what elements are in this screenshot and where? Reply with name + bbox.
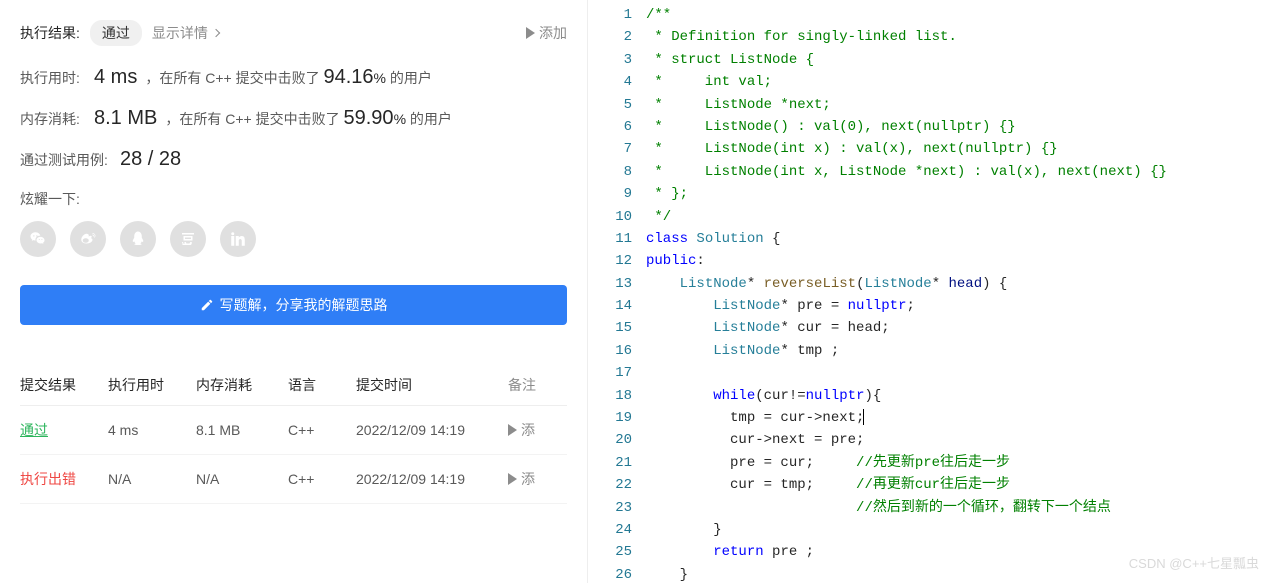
cell-time: 4 ms [108,422,196,438]
show-details-link[interactable]: 显示详情 [152,23,219,43]
memory-value: 8.1 MB [94,107,157,130]
memory-percent: 59.90% [344,107,407,130]
code-line[interactable]: ListNode* reverseList(ListNode* head) { [646,273,1269,295]
runtime-value: 4 ms [94,66,137,89]
code-line[interactable]: pre = cur; //先更新pre往后走一步 [646,452,1269,474]
code-line[interactable]: * int val; [646,71,1269,93]
cell-date: 2022/12/09 14:19 [356,422,508,438]
play-icon [508,424,517,436]
testcases-label: 通过测试用例: [20,150,120,170]
table-row[interactable]: 执行出错N/AN/AC++2022/12/09 14:19添 [20,455,567,504]
runtime-desc-pre: ，在所有 C++ 提交中击败了 [145,68,319,88]
cell-note[interactable]: 添 [508,420,567,440]
code-line[interactable]: /** [646,4,1269,26]
result-status: 通过 [90,20,142,46]
runtime-row: 执行用时: 4 ms ，在所有 C++ 提交中击败了 94.16% 的用户 [20,66,567,89]
cell-result[interactable]: 通过 [20,420,108,440]
runtime-label: 执行用时: [20,68,94,88]
code-line[interactable]: * }; [646,183,1269,205]
wechat-icon[interactable] [20,221,56,257]
memory-label: 内存消耗: [20,109,94,129]
qq-icon[interactable] [120,221,156,257]
code-line[interactable]: } [646,519,1269,541]
runtime-desc-post: 的用户 [390,68,432,88]
douban-icon[interactable] [170,221,206,257]
code-line[interactable]: ListNode* cur = head; [646,317,1269,339]
cell-time: N/A [108,471,196,487]
memory-desc-pre: ，在所有 C++ 提交中击败了 [165,109,339,129]
code-line[interactable]: cur = tmp; //再更新cur往后走一步 [646,474,1269,496]
line-gutter: 1234567891011121314151617181920212223242… [588,0,646,583]
linkedin-icon[interactable] [220,221,256,257]
watermark: CSDN @C++七星瓢虫 [1129,553,1259,575]
code-line[interactable] [646,362,1269,384]
result-label: 执行结果: [20,23,80,43]
code-line[interactable]: */ [646,206,1269,228]
code-line[interactable]: * ListNode *next; [646,94,1269,116]
cell-mem: N/A [196,471,288,487]
play-icon [508,473,517,485]
add-note-link[interactable]: 添加 [526,23,567,43]
share-icons [20,221,567,257]
result-header: 执行结果: 通过 显示详情 添加 [20,20,567,46]
code-line[interactable]: ListNode* pre = nullptr; [646,295,1269,317]
code-line[interactable]: * struct ListNode { [646,49,1269,71]
pencil-icon [200,298,214,312]
testcases-value: 28 / 28 [120,148,181,171]
code-line[interactable]: //然后到新的一个循环，翻转下一个结点 [646,497,1269,519]
code-line[interactable]: * Definition for singly-linked list. [646,26,1269,48]
code-line[interactable]: public: [646,250,1269,272]
chevron-right-icon [212,29,220,37]
cell-note[interactable]: 添 [508,469,567,489]
write-solution-button[interactable]: 写题解，分享我的解题思路 [20,285,567,325]
cell-mem: 8.1 MB [196,422,288,438]
submissions-header: 提交结果 执行用时 内存消耗 语言 提交时间 备注 [20,375,567,406]
play-icon [526,27,535,39]
code-area[interactable]: /** * Definition for singly-linked list.… [646,0,1269,583]
header-date: 提交时间 [356,375,508,395]
code-line[interactable]: * ListNode(int x, ListNode *next) : val(… [646,161,1269,183]
memory-row: 内存消耗: 8.1 MB ，在所有 C++ 提交中击败了 59.90% 的用户 [20,107,567,130]
header-note: 备注 [508,375,567,395]
code-line[interactable]: ListNode* tmp ; [646,340,1269,362]
results-panel: 执行结果: 通过 显示详情 添加 执行用时: 4 ms ，在所有 C++ 提交中… [0,0,588,583]
runtime-percent: 94.16% [323,66,386,89]
header-lang: 语言 [288,375,356,395]
header-mem: 内存消耗 [196,375,288,395]
cell-lang: C++ [288,471,356,487]
submissions-table: 提交结果 执行用时 内存消耗 语言 提交时间 备注 通过4 ms8.1 MBC+… [20,375,567,504]
memory-desc-post: 的用户 [410,109,452,129]
code-line[interactable]: tmp = cur->next; [646,407,1269,429]
cell-lang: C++ [288,422,356,438]
add-note-text: 添加 [539,23,567,43]
cell-result[interactable]: 执行出错 [20,469,108,489]
cell-date: 2022/12/09 14:19 [356,471,508,487]
header-result: 提交结果 [20,375,108,395]
code-line[interactable]: cur->next = pre; [646,429,1269,451]
header-time: 执行用时 [108,375,196,395]
share-label: 炫耀一下: [20,189,567,209]
code-line[interactable]: * ListNode(int x) : val(x), next(nullptr… [646,138,1269,160]
testcases-row: 通过测试用例: 28 / 28 [20,148,567,171]
code-line[interactable]: class Solution { [646,228,1269,250]
table-row[interactable]: 通过4 ms8.1 MBC++2022/12/09 14:19添 [20,406,567,455]
code-editor[interactable]: 1234567891011121314151617181920212223242… [588,0,1269,583]
show-details-text: 显示详情 [152,23,208,43]
write-button-label: 写题解，分享我的解题思路 [220,295,388,315]
code-line[interactable]: while(cur!=nullptr){ [646,385,1269,407]
code-line[interactable]: * ListNode() : val(0), next(nullptr) {} [646,116,1269,138]
weibo-icon[interactable] [70,221,106,257]
